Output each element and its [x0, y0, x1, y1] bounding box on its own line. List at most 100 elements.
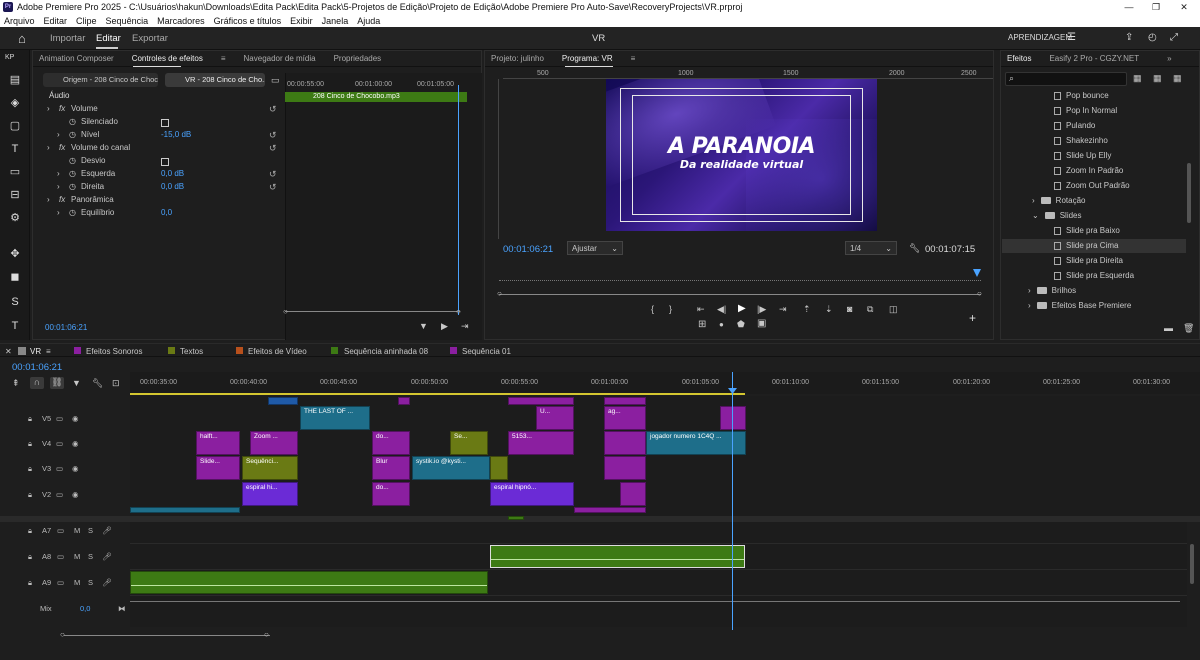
effects-search-input[interactable]: ⌕ [1005, 72, 1127, 86]
sequence-clip-tab[interactable]: VR - 208 Cinco de Cho... [165, 73, 265, 87]
menu-janela[interactable]: Janela [322, 16, 349, 26]
layout-tool-icon[interactable]: ⊟ [7, 187, 23, 203]
menu-arquivo[interactable]: Arquivo [4, 16, 35, 26]
sequence-tab[interactable]: Sequência aninhada 08 [344, 347, 428, 356]
mark-in-icon[interactable]: { [651, 304, 654, 314]
video-clip[interactable]: THE LAST OF ... [300, 406, 370, 430]
marker-icon[interactable]: ⬟ [737, 319, 745, 330]
lock-icon[interactable]: 🔒︎ [28, 414, 32, 424]
program-scrollbar[interactable] [499, 294, 981, 295]
workspaces-icon[interactable]: ☰ [1067, 32, 1076, 43]
stopwatch-icon[interactable]: ◷ [69, 117, 76, 126]
right-value[interactable]: 0,0 dB [161, 182, 184, 191]
video-clip[interactable] [620, 482, 646, 506]
effect-item[interactable]: Slide pra Esquerda [1054, 271, 1134, 280]
tab-editar[interactable]: Editar [96, 33, 121, 44]
minimize-button[interactable]: — [1115, 0, 1143, 14]
sequence-tab[interactable]: Efeitos de Vídeo [248, 347, 307, 356]
effect-folder[interactable]: › Brilhos [1028, 286, 1076, 295]
scroll-handle-right[interactable]: ○ [456, 307, 461, 316]
reset-icon[interactable]: ↺ [269, 143, 277, 154]
tab-program[interactable]: Programa: VR [562, 54, 613, 63]
snap-icon[interactable]: ∩ [30, 377, 44, 389]
microphone-icon[interactable]: 🎤︎ [102, 526, 112, 535]
safe-margins-icon[interactable]: ▣ [757, 318, 766, 329]
bypass-checkbox[interactable] [161, 158, 169, 166]
toggle-timeline-icon[interactable]: ▭ [271, 75, 280, 86]
layers-tool-icon[interactable]: ◈ [7, 95, 23, 111]
mute-icon[interactable]: M [74, 552, 80, 561]
stopwatch-icon[interactable]: ◷ [69, 182, 76, 191]
mute-checkbox[interactable] [161, 119, 169, 127]
maximize-button[interactable]: ❐ [1142, 0, 1170, 14]
stopwatch-icon[interactable]: ◷ [69, 156, 76, 165]
video-clip[interactable] [130, 507, 240, 513]
tab-animation-composer[interactable]: Animation Composer [39, 54, 114, 63]
volume-effect-row[interactable]: › fx Volume ↺ [33, 104, 283, 117]
effect-item[interactable]: Zoom In Padrão [1054, 166, 1123, 175]
resolution-dropdown[interactable]: 1/4 ⌄ [845, 241, 897, 255]
level-value[interactable]: -15,0 dB [161, 130, 191, 139]
balance-value[interactable]: 0,0 [161, 208, 172, 217]
channel-volume-row[interactable]: › fx Volume do canal ↺ [33, 143, 283, 156]
effect-item[interactable]: Slide pra Cima [1054, 241, 1118, 250]
video-clip[interactable]: do... [372, 482, 410, 506]
eye-icon[interactable]: ◉ [72, 414, 79, 423]
move-tool-icon[interactable]: ✥ [7, 246, 23, 262]
comparison-icon[interactable]: ⧉ [867, 304, 873, 315]
menu-icon[interactable]: ≡ [46, 347, 51, 356]
effect-folder[interactable]: › Rotação [1032, 196, 1085, 205]
sync-icon[interactable]: ▭ [56, 490, 63, 499]
effect-item[interactable]: Pop In Normal [1054, 106, 1117, 115]
microphone-icon[interactable]: 🎤︎ [102, 578, 112, 587]
eye-icon[interactable]: ◉ [72, 439, 79, 448]
play-icon[interactable]: ▶ [738, 303, 746, 314]
sync-icon[interactable]: ▭ [57, 578, 64, 587]
ec-scrollbar[interactable] [285, 311, 460, 312]
sync-icon[interactable]: ▭ [56, 464, 63, 473]
sync-icon[interactable]: ▭ [56, 414, 63, 423]
vr-icon[interactable]: ◫ [889, 304, 898, 315]
step-forward-icon[interactable]: |▶ [757, 304, 766, 315]
menu-marcadores[interactable]: Marcadores [157, 16, 205, 26]
32bit-icon[interactable]: ▦ [1153, 73, 1162, 84]
settings-tool-icon[interactable]: ⚙ [7, 210, 23, 226]
video-clip[interactable] [604, 456, 646, 480]
video-clip[interactable]: espiral hi... [242, 482, 298, 506]
new-bin-icon[interactable]: ▬ [1164, 323, 1173, 333]
effect-folder[interactable]: ⌄ Slides [1032, 211, 1082, 220]
video-preview[interactable]: A PARANOIA Da realidade virtual [606, 79, 877, 231]
accelerated-icon[interactable]: ▦ [1133, 73, 1142, 84]
effect-folder[interactable]: › Efeitos Base Premiere [1028, 301, 1131, 310]
tab-easify[interactable]: Easify 2 Pro - CGZY.NET [1049, 54, 1139, 63]
rectangle-tool-icon[interactable]: ▢ [7, 118, 23, 134]
grid-icon[interactable]: ⊞ [698, 319, 706, 330]
reset-icon[interactable]: ↺ [269, 169, 277, 180]
microphone-icon[interactable]: 🎤︎ [102, 552, 112, 561]
expand-chevron-icon[interactable]: › [47, 104, 50, 113]
audio-clip[interactable] [130, 571, 488, 594]
sequence-tab[interactable]: Efeitos Sonoros [86, 347, 142, 356]
stopwatch-icon[interactable]: ◷ [69, 169, 76, 178]
source-clip-tab[interactable]: Origem - 208 Cinco de Choco... [43, 73, 158, 87]
tab-exportar[interactable]: Exportar [132, 33, 168, 44]
s-tool-icon[interactable]: S [7, 294, 23, 310]
close-icon[interactable]: ✕ [5, 347, 12, 356]
video-clip[interactable]: Se... [450, 431, 488, 455]
eye-icon[interactable]: ◉ [72, 490, 79, 499]
filter-icon[interactable]: ▼ [419, 321, 428, 331]
mark-out-icon[interactable]: } [669, 304, 672, 314]
yuv-icon[interactable]: ▦ [1173, 73, 1182, 84]
scroll-handle-left[interactable]: ○ [497, 289, 502, 298]
solo-icon[interactable]: S [88, 578, 93, 587]
video-clip[interactable]: halft... [196, 431, 240, 455]
video-clip[interactable] [604, 431, 646, 455]
video-clip[interactable]: systik.io @kysti... [412, 456, 490, 480]
lock-icon[interactable]: 🔒︎ [28, 464, 32, 474]
scroll-handle-right[interactable]: ○ [264, 630, 269, 639]
lift-icon[interactable]: ⇡ [803, 304, 811, 315]
effect-clip-bar[interactable]: 208 Cinco de Chocobo.mp3 [285, 92, 467, 102]
learning-button[interactable]: APRENDIZAGEM [1008, 33, 1072, 42]
program-timecode[interactable]: 00:01:06:21 [503, 244, 553, 255]
left-value[interactable]: 0,0 dB [161, 169, 184, 178]
